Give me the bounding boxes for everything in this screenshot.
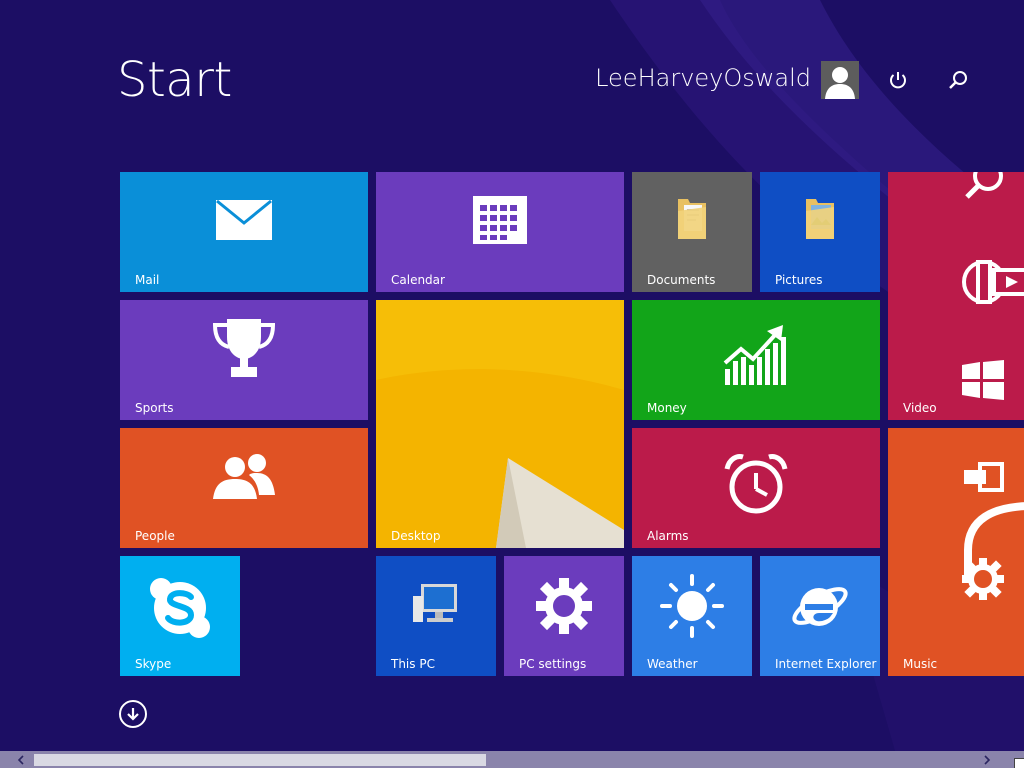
- power-icon: [890, 72, 906, 89]
- power-button[interactable]: [884, 66, 912, 94]
- sun-icon: [632, 556, 752, 666]
- down-arrow-icon: [127, 708, 139, 721]
- search-icon: [949, 71, 967, 89]
- user-silhouette-icon: [825, 67, 855, 99]
- all-apps-button[interactable]: [119, 700, 147, 728]
- tile-label: Music: [903, 657, 938, 671]
- tile-sports[interactable]: Sports: [120, 300, 368, 420]
- gear-icon: [504, 556, 624, 666]
- tile-calendar[interactable]: Calendar: [376, 172, 624, 292]
- scroll-thumb[interactable]: [34, 754, 486, 766]
- chart-up-icon: [632, 300, 880, 414]
- calendar-icon: [376, 172, 624, 280]
- people-icon: [120, 428, 368, 536]
- tile-money[interactable]: Money: [632, 300, 880, 420]
- tile-documents[interactable]: Documents: [632, 172, 752, 292]
- skype-icon: [120, 556, 240, 668]
- tile-mail[interactable]: Mail: [120, 172, 368, 292]
- tile-label: Calendar: [391, 273, 445, 287]
- tile-skype[interactable]: Skype: [120, 556, 240, 676]
- tile-label: Weather: [647, 657, 698, 671]
- page-title: Start: [117, 52, 232, 108]
- tile-label: People: [135, 529, 175, 543]
- tile-label: Sports: [135, 401, 174, 415]
- search-icon: [962, 172, 1008, 208]
- horizontal-scrollbar[interactable]: [0, 751, 1024, 768]
- tile-video[interactable]: Video: [888, 172, 1024, 420]
- avatar[interactable]: [821, 61, 859, 99]
- ie-icon: [760, 556, 880, 666]
- tile-pc-settings[interactable]: PC settings: [504, 556, 624, 676]
- scroll-right-button[interactable]: [978, 751, 995, 768]
- tile-label: This PC: [391, 657, 435, 671]
- desktop-wallpaper: [376, 300, 624, 548]
- chevron-left-icon: [17, 754, 24, 765]
- folder-icon: [760, 172, 880, 278]
- zoom-button[interactable]: [1014, 758, 1024, 768]
- tile-this-pc[interactable]: This PC: [376, 556, 496, 676]
- tile-alarms[interactable]: Alarms: [632, 428, 880, 548]
- tile-internet-explorer[interactable]: Internet Explorer: [760, 556, 880, 676]
- tile-label: Mail: [135, 273, 160, 287]
- video-icon: [960, 254, 1024, 312]
- tile-label: Internet Explorer: [775, 657, 877, 671]
- computer-icon: [376, 556, 496, 664]
- gear-icon: [960, 556, 1006, 606]
- tile-desktop[interactable]: Desktop: [376, 300, 624, 548]
- search-button[interactable]: [944, 66, 972, 94]
- tile-weather[interactable]: Weather: [632, 556, 752, 676]
- tile-pictures[interactable]: Pictures: [760, 172, 880, 292]
- user-name[interactable]: LeeHarveyOswald: [595, 64, 811, 92]
- tile-label: Skype: [135, 657, 172, 671]
- tile-label: Alarms: [647, 529, 689, 543]
- tile-music[interactable]: Music: [888, 428, 1024, 676]
- tile-label: Desktop: [391, 529, 441, 543]
- tile-label: Documents: [647, 273, 716, 287]
- trophy-icon: [120, 300, 368, 408]
- folder-icon: [632, 172, 752, 278]
- tile-label: Money: [647, 401, 687, 415]
- envelope-icon: [120, 172, 368, 280]
- chevron-right-icon: [983, 754, 990, 765]
- tile-label: PC settings: [519, 657, 587, 671]
- alarm-clock-icon: [632, 428, 880, 544]
- tile-label: Video: [903, 401, 937, 415]
- tile-people[interactable]: People: [120, 428, 368, 548]
- windows-logo-icon: [961, 360, 1005, 404]
- connect-icon: [962, 462, 1006, 496]
- scroll-left-button[interactable]: [12, 751, 29, 768]
- tile-label: Pictures: [775, 273, 823, 287]
